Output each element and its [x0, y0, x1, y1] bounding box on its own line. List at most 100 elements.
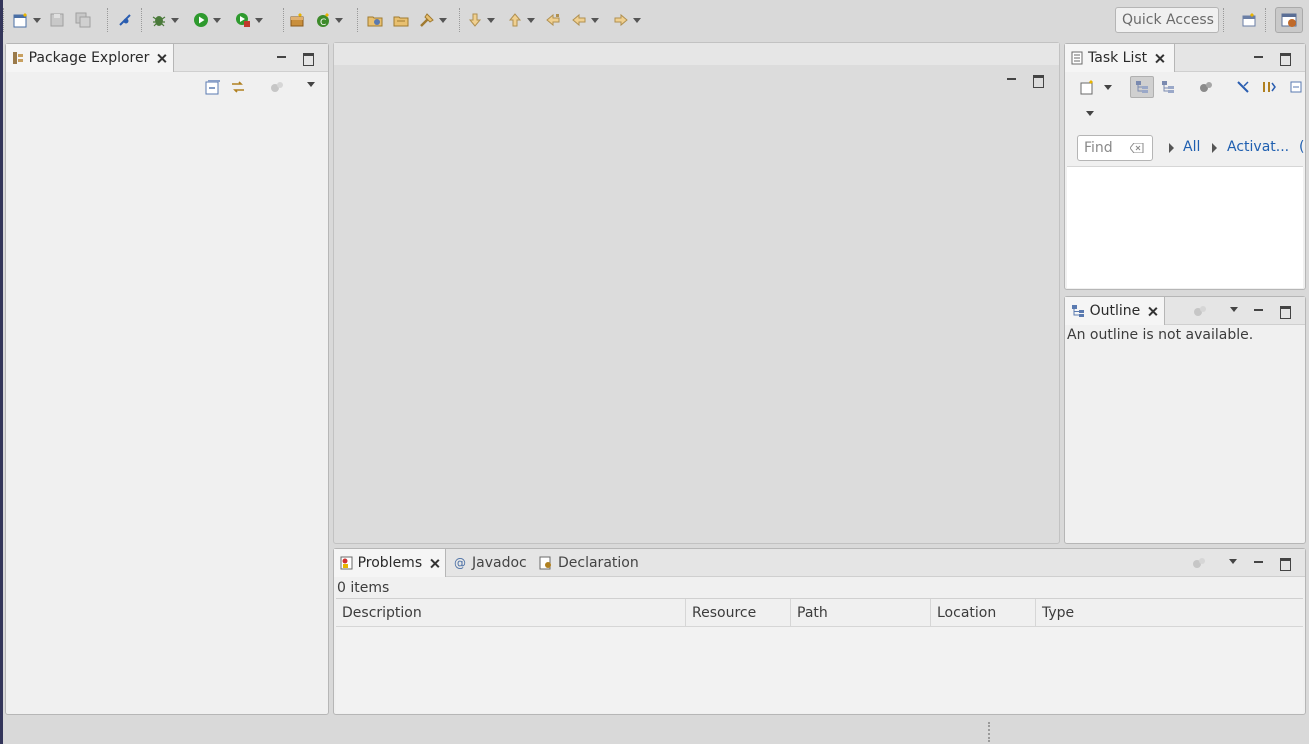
new-icon[interactable]: [11, 10, 31, 30]
focus-on-workweek-icon[interactable]: [1198, 79, 1214, 99]
toolbar-separator: [1223, 8, 1224, 32]
problems-panel: Problems @ Javadoc Declaration 0 items D…: [333, 548, 1306, 715]
new-task-dropdown[interactable]: [1101, 80, 1115, 94]
maximize-button[interactable]: [1278, 304, 1292, 319]
maximize-button[interactable]: [1278, 51, 1292, 66]
forward-dropdown[interactable]: [631, 10, 643, 30]
run-dropdown[interactable]: [211, 10, 223, 30]
save-all-icon[interactable]: [73, 10, 93, 30]
run-icon[interactable]: [191, 10, 211, 30]
collapse-all-icon[interactable]: [1289, 79, 1303, 99]
activate-expand-icon[interactable]: [1212, 143, 1217, 153]
outline-tabbar: Outline: [1065, 297, 1305, 325]
all-link[interactable]: All: [1183, 139, 1200, 155]
more-link[interactable]: (: [1299, 139, 1304, 155]
minimize-button[interactable]: [1252, 303, 1266, 317]
task-list-icon: [1071, 51, 1083, 65]
editor-area: [333, 42, 1060, 544]
table-header: Description Resource Path Location Type: [336, 599, 1303, 627]
maximize-button[interactable]: [301, 51, 315, 66]
debug-icon[interactable]: [149, 10, 169, 30]
open-task-icon[interactable]: [391, 10, 411, 30]
tab-javadoc[interactable]: @ Javadoc: [454, 549, 527, 577]
close-icon[interactable]: [1147, 306, 1158, 317]
search-icon[interactable]: [417, 10, 437, 30]
debug-dropdown[interactable]: [169, 10, 181, 30]
package-explorer-icon: [13, 52, 23, 64]
task-sync-icon[interactable]: [1261, 79, 1277, 99]
clear-find-icon[interactable]: [1130, 143, 1144, 153]
next-annotation-icon[interactable]: [465, 10, 485, 30]
last-edit-icon[interactable]: [543, 10, 563, 30]
view-menu-icon[interactable]: [1227, 302, 1241, 316]
view-menu-icon[interactable]: [1226, 554, 1240, 568]
tab-problems[interactable]: Problems: [334, 549, 446, 577]
forward-icon[interactable]: [611, 10, 631, 30]
categorized-icon: [1136, 81, 1148, 93]
bottom-tabbar: Problems @ Javadoc Declaration: [334, 549, 1305, 577]
declaration-icon: [539, 556, 551, 570]
toolbar-separator: [107, 8, 108, 32]
categorized-button[interactable]: [1130, 76, 1154, 98]
hide-completed-icon[interactable]: [1235, 79, 1251, 99]
tab-task-list[interactable]: Task List: [1065, 44, 1175, 72]
back-icon[interactable]: [569, 10, 589, 30]
svg-text:C: C: [320, 18, 326, 28]
column-path[interactable]: Path: [791, 599, 931, 627]
new-dropdown[interactable]: [31, 10, 43, 30]
close-icon[interactable]: [1154, 53, 1165, 64]
previous-annotation-icon[interactable]: [505, 10, 525, 30]
tab-label: Javadoc: [472, 555, 527, 571]
find-input[interactable]: Find: [1077, 135, 1153, 161]
back-dropdown[interactable]: [589, 10, 601, 30]
editor-minimize-button[interactable]: [1005, 72, 1019, 86]
view-menu-icon[interactable]: [304, 77, 318, 91]
scheduled-icon[interactable]: [1160, 79, 1176, 99]
new-package-icon[interactable]: [287, 10, 307, 30]
column-resource[interactable]: Resource: [686, 599, 791, 627]
toggle-breakpoint-icon[interactable]: [115, 10, 135, 30]
close-icon[interactable]: [156, 53, 167, 64]
all-expand-icon[interactable]: [1169, 143, 1174, 153]
run-external-dropdown[interactable]: [253, 10, 265, 30]
link-with-editor-icon[interactable]: [230, 79, 246, 99]
search-dropdown[interactable]: [437, 10, 449, 30]
java-perspective-button[interactable]: [1275, 7, 1303, 33]
javadoc-icon: @: [454, 556, 466, 570]
maximize-button[interactable]: [1278, 556, 1292, 571]
tab-outline[interactable]: Outline: [1065, 297, 1165, 325]
collapse-all-icon[interactable]: [205, 79, 221, 99]
tab-package-explorer[interactable]: Package Explorer: [6, 44, 174, 72]
next-annotation-dropdown[interactable]: [485, 10, 497, 30]
column-location[interactable]: Location: [931, 599, 1036, 627]
minimize-button[interactable]: [1252, 555, 1266, 569]
open-type-icon[interactable]: [365, 10, 385, 30]
new-class-dropdown[interactable]: [333, 10, 345, 30]
minimize-button[interactable]: [1252, 50, 1266, 64]
save-icon[interactable]: [47, 10, 67, 30]
outline-message: An outline is not available.: [1067, 327, 1254, 343]
new-task-icon[interactable]: [1079, 79, 1095, 99]
tab-declaration[interactable]: Declaration: [539, 549, 639, 577]
toolbar-separator: [357, 8, 358, 32]
status-bar: [0, 718, 1309, 744]
outline-panel: Outline An outline is not available.: [1064, 296, 1306, 544]
column-description[interactable]: Description: [336, 599, 686, 627]
previous-annotation-dropdown[interactable]: [525, 10, 537, 30]
tab-label: Task List: [1088, 50, 1148, 66]
items-count: 0 items: [337, 580, 390, 596]
quick-access-field[interactable]: Quick Access: [1115, 7, 1219, 33]
focus-on-task-icon[interactable]: [1191, 555, 1207, 575]
focus-on-task-icon[interactable]: [1192, 303, 1208, 323]
column-type[interactable]: Type: [1036, 599, 1303, 627]
run-external-icon[interactable]: [233, 10, 253, 30]
tab-label: Outline: [1089, 303, 1141, 319]
open-perspective-icon[interactable]: [1239, 10, 1259, 30]
minimize-button[interactable]: [275, 50, 289, 64]
new-class-icon[interactable]: C: [313, 10, 333, 30]
focus-on-task-icon[interactable]: [269, 79, 285, 99]
view-menu-icon[interactable]: [1083, 106, 1097, 120]
activate-link[interactable]: Activat...: [1227, 139, 1289, 155]
close-icon[interactable]: [429, 558, 439, 569]
editor-maximize-button[interactable]: [1031, 73, 1045, 88]
